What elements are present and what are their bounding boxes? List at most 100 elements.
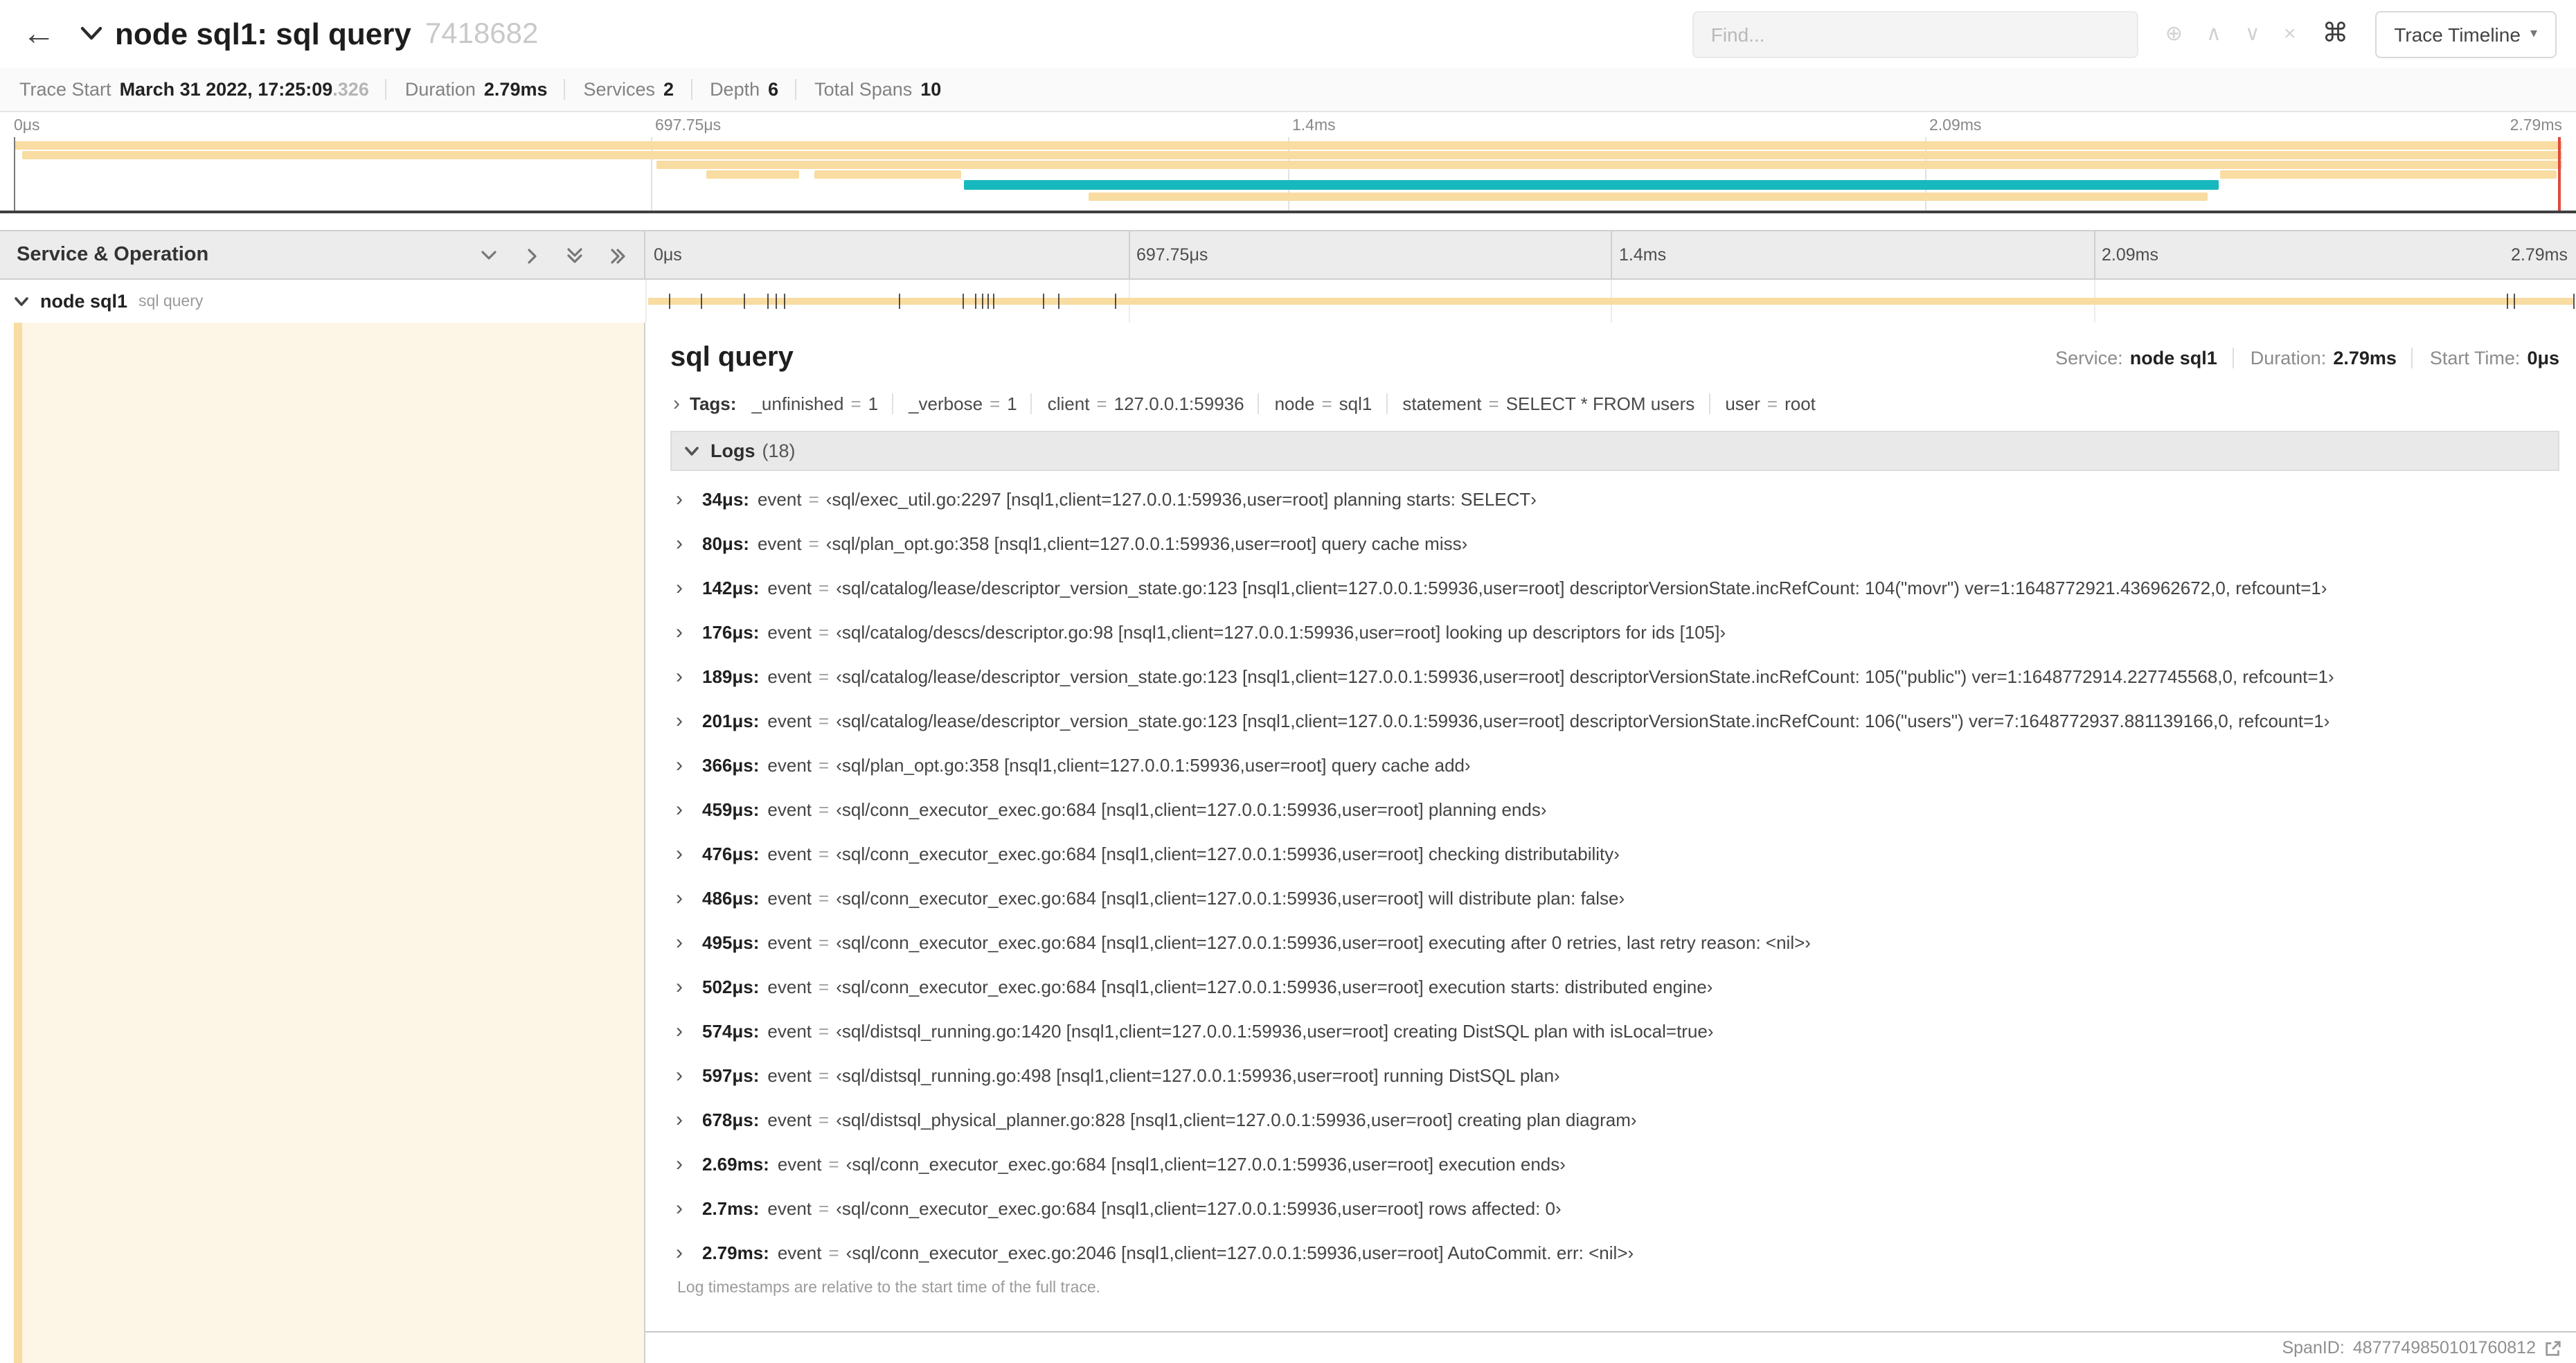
chevron-right-icon: › [676, 797, 683, 821]
back-button[interactable]: ← [22, 17, 55, 51]
deep-link-icon[interactable] [2544, 1339, 2562, 1357]
log-field-key: event [767, 1064, 812, 1085]
log-entry[interactable]: › 366μs: event = ‹sql/plan_opt.go:358 [n… [670, 742, 2559, 787]
log-entry[interactable]: › 574μs: event = ‹sql/distsql_running.go… [670, 1008, 2559, 1053]
timeline-ruler-divider [1128, 231, 1129, 278]
minimap-tick-label: 697.75μs [655, 118, 722, 134]
log-entry[interactable]: › 189μs: event = ‹sql/catalog/lease/desc… [670, 654, 2559, 698]
log-timestamp: 459μs: [702, 799, 760, 819]
span-bar-area[interactable] [645, 280, 2576, 323]
log-field-key: event [767, 754, 812, 775]
tag-key: _verbose [909, 393, 983, 414]
log-equals: = [819, 843, 830, 864]
log-field-value: ‹sql/distsql_running.go:498 [nsql1,clien… [836, 1064, 1560, 1085]
minimap-cursor-line[interactable] [2558, 137, 2561, 211]
chevron-down-icon: ▾ [2530, 26, 2537, 42]
log-entry[interactable]: › 597μs: event = ‹sql/distsql_running.go… [670, 1053, 2559, 1097]
timeline-tick-label: 2.09ms [2102, 245, 2158, 265]
collapse-one-icon[interactable] [479, 246, 499, 264]
minimap-span-bar [964, 180, 2219, 190]
span-color-fill [22, 323, 644, 1363]
expand-all-icon[interactable] [608, 246, 627, 264]
previous-result-icon[interactable]: ∧ [2206, 24, 2221, 44]
keyboard-shortcuts-button[interactable]: ⌘ [2322, 21, 2348, 47]
chevron-right-icon: › [676, 620, 683, 643]
trace-info-label: Services [583, 79, 656, 100]
trace-info-value: 2 [663, 79, 674, 100]
tags-list: _unfinished = 1 _verbose = 1 client = 12… [751, 393, 1816, 414]
log-equals: = [819, 1020, 830, 1041]
trace-title: node sql1: sql query [115, 16, 411, 51]
log-timestamp: 476μs: [702, 843, 760, 864]
log-entry[interactable]: › 495μs: event = ‹sql/conn_executor_exec… [670, 920, 2559, 964]
log-timestamp: 176μs: [702, 621, 760, 642]
tag-item: client = 127.0.0.1:59936 [1030, 393, 1244, 414]
span-row-label[interactable]: node sql1 sql query [0, 280, 645, 323]
log-field-key: event [767, 621, 812, 642]
tag-item: user = root [1708, 393, 1816, 414]
log-event-marker [974, 294, 976, 309]
find-input[interactable] [1692, 10, 2139, 57]
trace-id: 7418682 [424, 17, 539, 49]
log-entry[interactable]: › 2.79ms: event = ‹sql/conn_executor_exe… [670, 1230, 2559, 1274]
log-event-marker [1114, 294, 1116, 309]
logs-label: Logs [710, 440, 755, 461]
log-entry[interactable]: › 2.7ms: event = ‹sql/conn_executor_exec… [670, 1186, 2559, 1230]
span-collapse-icon[interactable] [14, 296, 29, 307]
chevron-down-icon [684, 445, 699, 456]
log-entry[interactable]: › 2.69ms: event = ‹sql/conn_executor_exe… [670, 1141, 2559, 1186]
log-entry[interactable]: › 476μs: event = ‹sql/conn_executor_exec… [670, 831, 2559, 875]
minimap-plot[interactable] [14, 137, 2562, 211]
minimap-span-bar [21, 151, 2562, 159]
trace-minimap[interactable]: 0μs 697.75μs 1.4ms 2.09ms 2.79ms [0, 112, 2576, 213]
timeline-tick-label: 0μs [654, 245, 682, 265]
log-field-value: ‹sql/exec_util.go:2297 [nsql1,client=127… [825, 488, 1537, 509]
log-entry[interactable]: › 176μs: event = ‹sql/catalog/descs/desc… [670, 609, 2559, 654]
trace-info-value: 6 [768, 79, 779, 100]
log-equals: = [819, 710, 830, 731]
span-color-stripe [14, 323, 22, 1363]
tag-value: 1 [868, 393, 879, 414]
span-row-node-sql1[interactable]: node sql1 sql query [0, 280, 2576, 323]
logs-section-header[interactable]: Logs (18) [670, 431, 2559, 471]
collapse-all-icon[interactable] [565, 246, 584, 264]
span-id-row: SpanID: 4877749850101760812 [645, 1333, 2576, 1363]
tag-key: client [1047, 393, 1090, 414]
log-field-key: event [777, 1242, 822, 1263]
log-entry[interactable]: › 459μs: event = ‹sql/conn_executor_exec… [670, 787, 2559, 831]
log-entry[interactable]: › 142μs: event = ‹sql/catalog/lease/desc… [670, 565, 2559, 609]
log-entry[interactable]: › 502μs: event = ‹sql/conn_executor_exec… [670, 964, 2559, 1008]
log-field-key: event [767, 666, 812, 686]
log-timestamp: 502μs: [702, 976, 760, 997]
tags-row[interactable]: › Tags: _unfinished = 1 _verbose = 1 cli… [670, 393, 2559, 414]
log-event-marker [987, 294, 990, 309]
minimap-left-drag-handle[interactable] [14, 137, 15, 211]
log-entry[interactable]: › 486μs: event = ‹sql/conn_executor_exec… [670, 875, 2559, 920]
log-entry[interactable]: › 678μs: event = ‹sql/distsql_physical_p… [670, 1097, 2559, 1141]
trace-timeline-dropdown[interactable]: Trace Timeline ▾ [2374, 10, 2557, 57]
minimap-tick-label: 2.79ms [2510, 118, 2562, 134]
minimap-tick-label: 0μs [14, 118, 40, 134]
page-header: ← node sql1: sql query 7418682 ⊕ ∧ ∨ × ⌘… [0, 0, 2576, 68]
log-entry[interactable]: › 80μs: event = ‹sql/plan_opt.go:358 [ns… [670, 521, 2559, 565]
span-detail-column: sql query Service: node sql1 Duration: 2… [645, 323, 2576, 1363]
trace-info-value: March 31 2022, 17:25:09 [119, 79, 333, 100]
clear-search-icon[interactable]: × [2284, 24, 2296, 44]
collapse-trace-header-icon[interactable] [80, 26, 102, 42]
trace-info-item: Services 2 [564, 79, 674, 100]
log-entry[interactable]: › 34μs: event = ‹sql/exec_util.go:2297 [… [670, 476, 2559, 521]
trace-info-item: Duration 2.79ms [385, 79, 548, 100]
log-equals: = [819, 887, 830, 908]
zoom-plus-icon[interactable]: ⊕ [2165, 24, 2183, 44]
log-field-key: event [757, 488, 802, 509]
expand-one-icon[interactable] [522, 246, 542, 264]
chevron-right-icon: › [673, 392, 680, 416]
log-field-key: event [767, 887, 812, 908]
log-field-value: ‹sql/conn_executor_exec.go:684 [nsql1,cl… [836, 799, 1547, 819]
log-equals: = [828, 1153, 839, 1174]
log-entry[interactable]: › 201μs: event = ‹sql/catalog/lease/desc… [670, 698, 2559, 742]
log-equals: = [819, 976, 830, 997]
span-summary-item: Service: node sql1 [2055, 348, 2217, 368]
next-result-icon[interactable]: ∨ [2245, 24, 2260, 44]
log-field-value: ‹sql/catalog/lease/descriptor_version_st… [836, 577, 2327, 598]
